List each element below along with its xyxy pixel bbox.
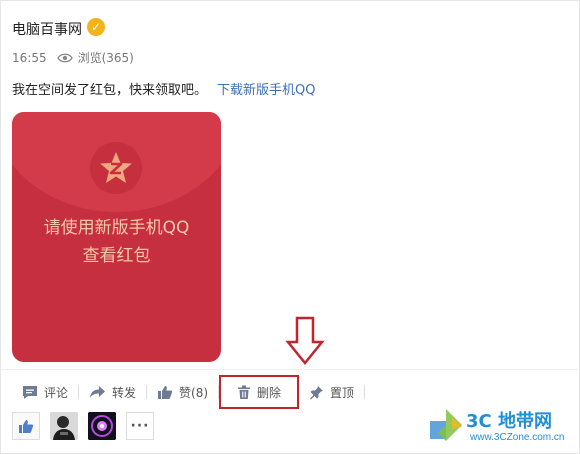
more-likers-button[interactable]: ···: [126, 412, 154, 440]
share-button[interactable]: 转发: [79, 381, 146, 403]
envelope-line-1: 请使用新版手机QQ: [43, 218, 190, 238]
comment-label: 评论: [44, 385, 69, 400]
watermark-brand: 3C 地带网: [466, 411, 553, 432]
like-button[interactable]: 赞(8): [147, 381, 218, 403]
comment-icon: [23, 385, 37, 399]
post-time: 16:55: [12, 50, 47, 65]
share-icon: [90, 386, 106, 398]
share-label: 转发: [112, 385, 137, 400]
red-envelope-card[interactable]: 请使用新版手机QQ 查看红包: [12, 112, 221, 362]
watermark-url: www.3CZone.com.cn: [470, 432, 565, 443]
separator: [364, 385, 366, 399]
pin-icon: [310, 385, 324, 399]
envelope-line-2: 查看红包: [82, 246, 151, 266]
like-label: 赞(8): [179, 385, 209, 400]
divider: [0, 369, 578, 370]
arrow-down-icon: [285, 316, 325, 365]
trash-icon: [238, 385, 251, 399]
pin-top-button[interactable]: 置顶: [299, 381, 364, 403]
avatar[interactable]: [50, 412, 78, 440]
post-meta: 16:55 浏览(365): [12, 49, 134, 66]
delete-label: 删除: [257, 385, 282, 400]
post-text: 我在空间发了红包，快来领取吧。: [12, 83, 208, 98]
eye-icon: [56, 53, 73, 63]
thumbs-up-icon: [19, 419, 34, 433]
view-count: 浏览(365): [77, 51, 134, 65]
avatar[interactable]: [88, 412, 116, 440]
liked-badge[interactable]: [12, 412, 40, 440]
pin-top-label: 置顶: [330, 385, 355, 400]
post-body: 我在空间发了红包，快来领取吧。 下载新版手机QQ: [12, 79, 315, 98]
download-qq-link[interactable]: 下载新版手机QQ: [217, 83, 315, 98]
watermark-logo-icon: [430, 409, 462, 441]
liker-list: ···: [12, 412, 154, 440]
delete-button[interactable]: 删除: [219, 375, 300, 409]
action-bar: 评论 转发 赞(8) 删除 置顶: [12, 374, 366, 410]
thumbs-up-icon: [158, 385, 173, 399]
site-watermark: 3C 地带网 www.3CZone.com.cn: [428, 405, 578, 450]
comment-button[interactable]: 评论: [12, 381, 78, 403]
author-name[interactable]: 电脑百事网: [12, 19, 82, 39]
qzone-star-icon: [90, 142, 142, 194]
verified-badge-icon: ✓: [87, 18, 105, 36]
